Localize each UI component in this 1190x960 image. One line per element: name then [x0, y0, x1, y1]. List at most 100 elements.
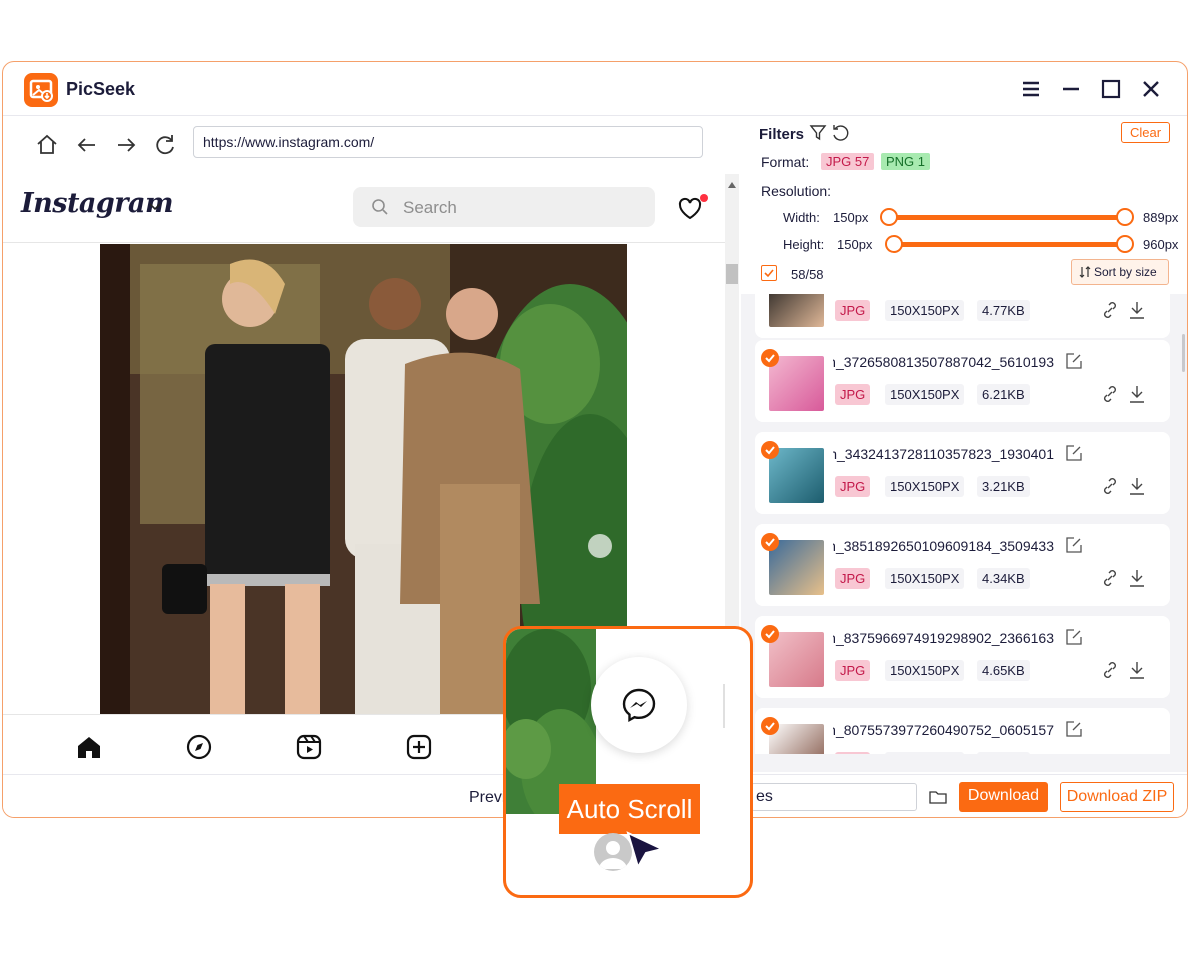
chevron-down-icon[interactable] — [147, 198, 163, 219]
image-format-badge: JPG — [835, 300, 871, 321]
create-post-icon[interactable] — [405, 733, 433, 766]
image-resolution-badge: 150X150PX — [885, 476, 965, 497]
height-slider-track[interactable] — [890, 242, 1127, 247]
download-icon[interactable] — [1127, 660, 1147, 685]
search-input[interactable]: Search — [353, 187, 655, 227]
edit-icon[interactable] — [1065, 628, 1083, 651]
list-scroll-thumb[interactable] — [1182, 334, 1185, 372]
image-card[interactable]: 2366163_8375966974919298902_n JPG 150X150P… — [755, 616, 1170, 698]
checked-icon[interactable] — [761, 441, 779, 459]
image-format-badge: JPG — [835, 476, 871, 497]
forward-icon[interactable] — [113, 132, 139, 158]
image-resolution-badge: 150X150PX — [885, 568, 965, 589]
address-bar[interactable]: https://www.instagram.com/ — [193, 126, 703, 158]
heart-icon[interactable] — [676, 194, 708, 229]
edit-icon[interactable] — [1065, 720, 1083, 743]
reset-icon[interactable] — [831, 124, 849, 147]
close-icon[interactable] — [1137, 75, 1165, 103]
height-min: 150px — [837, 237, 873, 252]
auto-scroll-button[interactable]: Auto Scroll — [559, 784, 700, 834]
width-slider-track[interactable] — [884, 215, 1127, 220]
browser-toolbar: https://www.instagram.com/ — [3, 116, 739, 172]
preview-label: Previ — [469, 789, 506, 806]
image-count: 58/58 — [791, 267, 824, 282]
image-resolution-badge: 150X150PX — [885, 752, 965, 754]
home-icon[interactable] — [34, 132, 60, 158]
sort-by-size-button[interactable]: Sort by size — [1071, 259, 1169, 285]
filter-icon[interactable] — [809, 124, 827, 147]
link-icon[interactable] — [1101, 477, 1119, 500]
width-slider-max-handle[interactable] — [1116, 208, 1134, 226]
width-slider-min-handle[interactable] — [880, 208, 898, 226]
width-max: 889px — [1143, 210, 1179, 225]
checked-icon[interactable] — [761, 533, 779, 551]
image-filename: 1930401_3432413728110357823_n — [833, 446, 1054, 462]
app-name: PicSeek — [66, 79, 136, 99]
link-icon[interactable] — [1101, 569, 1119, 592]
image-card[interactable]: 1930401_3432413728110357823_n JPG 150X150P… — [755, 432, 1170, 514]
image-card[interactable]: 5610193_3726580813507887042_n JPG 150X150P… — [755, 340, 1170, 422]
scroll-thumb[interactable] — [726, 264, 738, 284]
image-size-badge: 4.34KB — [977, 568, 1030, 589]
image-card[interactable]: 3509433_3851892650109609184_n JPG 150X150P… — [755, 524, 1170, 606]
select-all-checkbox[interactable] — [761, 265, 777, 281]
link-icon[interactable] — [1101, 753, 1119, 754]
download-icon[interactable] — [1127, 384, 1147, 409]
height-slider-min-handle[interactable] — [885, 235, 903, 253]
search-placeholder: Search — [403, 198, 457, 217]
mouse-cursor-icon — [624, 829, 666, 878]
width-label: Width: — [783, 210, 820, 225]
format-label: Format: — [761, 154, 810, 170]
height-max: 960px — [1143, 237, 1179, 252]
height-label: Height: — [783, 237, 825, 252]
home-icon[interactable] — [75, 733, 103, 766]
height-slider-max-handle[interactable] — [1116, 235, 1134, 253]
image-size-badge: 3.21KB — [977, 476, 1030, 497]
back-icon[interactable] — [74, 132, 100, 158]
image-format-badge: JPG — [835, 568, 871, 589]
download-button[interactable]: Download — [959, 782, 1048, 812]
download-icon[interactable] — [1127, 476, 1147, 501]
maximize-icon[interactable] — [1097, 75, 1125, 103]
image-filename: 3509433_3851892650109609184_n — [833, 538, 1054, 554]
messenger-icon[interactable] — [591, 657, 687, 753]
checked-icon[interactable] — [761, 349, 779, 367]
minimize-icon[interactable] — [1057, 75, 1085, 103]
download-icon[interactable] — [1127, 300, 1147, 325]
checked-icon[interactable] — [761, 625, 779, 643]
width-min: 150px — [833, 210, 869, 225]
image-card[interactable]: 0605157_8075573977260490752_n JPG 150X150P… — [755, 708, 1170, 754]
edit-icon[interactable] — [1065, 536, 1083, 559]
scroll-up-icon[interactable] — [728, 182, 736, 188]
edit-icon[interactable] — [1065, 352, 1083, 375]
reels-icon[interactable] — [295, 733, 323, 766]
save-path-input[interactable]: es — [751, 783, 917, 811]
app-logo-icon — [24, 73, 58, 107]
image-size-badge: 4.65KB — [977, 752, 1030, 754]
menu-icon[interactable] — [1017, 75, 1045, 103]
instagram-header: Instagram Search — [3, 174, 725, 243]
image-size-badge: 4.77KB — [977, 300, 1030, 321]
link-icon[interactable] — [1101, 385, 1119, 408]
refresh-icon[interactable] — [152, 132, 178, 158]
edit-icon[interactable] — [1065, 444, 1083, 467]
image-list: JPG 150X150PX 4.77KB 5610193_37265808135078… — [755, 294, 1173, 754]
image-resolution-badge: 150X150PX — [885, 384, 965, 405]
image-resolution-badge: 150X150PX — [885, 300, 965, 321]
title-bar: PicSeek — [3, 62, 1187, 116]
download-zip-button[interactable]: Download ZIP — [1060, 782, 1174, 812]
clear-button[interactable]: Clear — [1121, 122, 1170, 143]
download-icon[interactable] — [1127, 752, 1147, 754]
format-jpg-tag[interactable]: JPG 57 — [821, 153, 875, 170]
link-icon[interactable] — [1101, 661, 1119, 684]
format-png-tag[interactable]: PNG 1 — [881, 153, 931, 170]
image-card[interactable]: JPG 150X150PX 4.77KB — [755, 294, 1170, 338]
compass-icon[interactable] — [185, 733, 213, 766]
image-format-badge: JPG — [835, 752, 871, 754]
checked-icon[interactable] — [761, 717, 779, 735]
download-icon[interactable] — [1127, 568, 1147, 593]
image-thumbnail[interactable] — [769, 294, 824, 327]
link-icon[interactable] — [1101, 301, 1119, 324]
search-icon — [372, 199, 388, 215]
folder-icon[interactable] — [929, 789, 947, 810]
